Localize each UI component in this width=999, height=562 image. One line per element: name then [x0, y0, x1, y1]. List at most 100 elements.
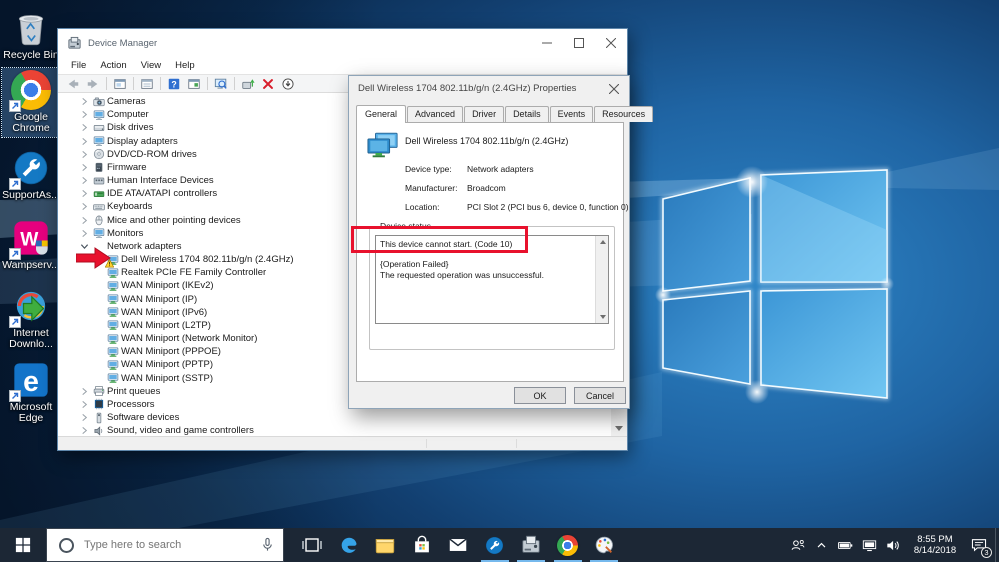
- taskbar-app-edge[interactable]: [331, 528, 368, 562]
- chevron-right-icon[interactable]: [80, 150, 89, 159]
- toolbar-separator: [106, 77, 107, 90]
- taskbar-app-file-explorer[interactable]: [367, 528, 404, 562]
- disable-device-button[interactable]: [279, 76, 297, 92]
- chevron-right-icon[interactable]: [80, 400, 89, 409]
- desktop-icon-idm[interactable]: Internet Downlo...: [2, 284, 60, 353]
- monitor-icon: [93, 227, 105, 239]
- display-icon: [93, 135, 105, 147]
- field-value: Network adapters: [467, 164, 534, 174]
- desktop-icon-supportassist[interactable]: SupportAs...: [2, 146, 60, 204]
- tree-item-label: Processors: [107, 399, 155, 410]
- chevron-right-icon[interactable]: [80, 202, 89, 211]
- update-driver-button[interactable]: [239, 76, 257, 92]
- status-bar: [58, 436, 627, 450]
- netadapter-icon: [107, 372, 119, 384]
- device-manager-titlebar[interactable]: Device Manager: [58, 29, 627, 57]
- tab-driver[interactable]: Driver: [464, 106, 505, 122]
- toolbar-separator: [160, 77, 161, 90]
- microphone-icon[interactable]: [260, 537, 275, 553]
- taskbar-app-paint-3d[interactable]: [586, 528, 623, 562]
- tab-general[interactable]: General: [356, 105, 407, 123]
- window-title: Device Manager: [88, 37, 158, 49]
- properties-button[interactable]: [185, 76, 203, 92]
- desktop-icon-chrome[interactable]: Google Chrome: [1, 67, 61, 138]
- scroll-up-arrow[interactable]: [596, 236, 609, 248]
- menu-file[interactable]: File: [64, 59, 93, 72]
- start-button[interactable]: [0, 528, 46, 562]
- minimize-button[interactable]: [531, 29, 563, 57]
- status-scrollbar[interactable]: [595, 236, 608, 323]
- taskbar-app-store[interactable]: [404, 528, 441, 562]
- taskbar-app-task-view[interactable]: [294, 528, 331, 562]
- forward-button[interactable]: [84, 76, 102, 92]
- help-button[interactable]: ?: [165, 76, 183, 92]
- taskbar: 8:55 PM 8/14/2018 3: [0, 528, 999, 562]
- tab-details[interactable]: Details: [505, 106, 549, 122]
- taskbar-app-chrome[interactable]: [550, 528, 587, 562]
- dialog-title: Dell Wireless 1704 802.11b/g/n (2.4GHz) …: [358, 83, 577, 94]
- taskbar-clock[interactable]: 8:55 PM 8/14/2018: [909, 534, 961, 557]
- scroll-down-arrow[interactable]: [596, 311, 609, 323]
- search-input[interactable]: [84, 539, 244, 551]
- menu-view[interactable]: View: [134, 59, 168, 72]
- taskbar-search[interactable]: [46, 528, 284, 562]
- dialog-titlebar[interactable]: Dell Wireless 1704 802.11b/g/n (2.4GHz) …: [349, 76, 629, 101]
- tree-item-label: WAN Miniport (Network Monitor): [121, 333, 258, 345]
- show-desktop-button[interactable]: [995, 528, 999, 562]
- tray-chevron-up-icon[interactable]: [811, 528, 832, 562]
- cortana-icon: [59, 537, 74, 553]
- tray-people-icon[interactable]: [787, 528, 808, 562]
- chevron-right-icon[interactable]: [80, 123, 89, 132]
- tab-advanced[interactable]: Advanced: [407, 106, 464, 122]
- chevron-right-icon[interactable]: [80, 229, 89, 238]
- tab-events[interactable]: Events: [549, 106, 594, 122]
- chevron-right-icon[interactable]: [80, 176, 89, 185]
- tree-item[interactable]: Sound, video and game controllers: [58, 424, 611, 436]
- cancel-button[interactable]: Cancel: [574, 387, 626, 404]
- chevron-right-icon[interactable]: [80, 426, 89, 435]
- annotation-arrow: [75, 247, 112, 269]
- desktop-icon-wampserver[interactable]: W Wampserv...: [2, 216, 60, 274]
- menu-help[interactable]: Help: [168, 59, 202, 72]
- tab-resources[interactable]: Resources: [594, 106, 654, 122]
- chevron-right-icon[interactable]: [80, 97, 89, 106]
- netadapter-icon: [107, 333, 119, 345]
- taskbar-app-device-manager[interactable]: [513, 528, 550, 562]
- console-tree-button[interactable]: [111, 76, 129, 92]
- tray-network-icon[interactable]: [859, 528, 880, 562]
- field-label: Location:: [405, 202, 440, 212]
- export-list-button[interactable]: [138, 76, 156, 92]
- tree-item[interactable]: Software devices: [58, 411, 611, 424]
- menu-action[interactable]: Action: [93, 59, 133, 72]
- tree-item-label: Print queues: [107, 385, 161, 397]
- back-button[interactable]: [64, 76, 82, 92]
- chevron-right-icon[interactable]: [80, 110, 89, 119]
- uninstall-device-button[interactable]: [259, 76, 277, 92]
- chevron-right-icon[interactable]: [80, 216, 89, 225]
- scroll-down-arrow[interactable]: [611, 420, 627, 436]
- desktop-icon-recycle-bin[interactable]: Recycle Bin: [2, 6, 60, 64]
- tree-item-label: Software devices: [107, 412, 180, 424]
- property-field: Manufacturer: Broadcom: [405, 183, 619, 195]
- menu-bar: File Action View Help: [58, 57, 627, 74]
- taskbar-app-supportassist[interactable]: [477, 528, 514, 562]
- tree-item-label: Disk drives: [107, 122, 154, 134]
- ok-button[interactable]: OK: [514, 387, 566, 404]
- action-center-icon[interactable]: 3: [965, 528, 993, 562]
- tray-volume-icon[interactable]: [883, 528, 904, 562]
- dialog-close-icon[interactable]: [601, 78, 627, 99]
- chevron-right-icon[interactable]: [80, 137, 89, 146]
- close-button[interactable]: [595, 29, 627, 57]
- tray-battery-icon[interactable]: [835, 528, 856, 562]
- chevron-right-icon[interactable]: [80, 189, 89, 198]
- scan-hardware-changes-button[interactable]: [212, 76, 230, 92]
- desktop-screen: Recycle Bin Google Chrome SupportAs... W Wam…: [0, 0, 999, 562]
- desktop-icon-edge[interactable]: e Microsoft Edge: [2, 358, 60, 427]
- taskbar-app-mail[interactable]: [440, 528, 477, 562]
- chevron-right-icon[interactable]: [80, 413, 89, 422]
- ide-icon: [93, 188, 105, 200]
- chevron-right-icon[interactable]: [80, 387, 89, 396]
- chevron-right-icon[interactable]: [80, 163, 89, 172]
- field-value: Broadcom: [467, 183, 506, 193]
- maximize-button[interactable]: [563, 29, 595, 57]
